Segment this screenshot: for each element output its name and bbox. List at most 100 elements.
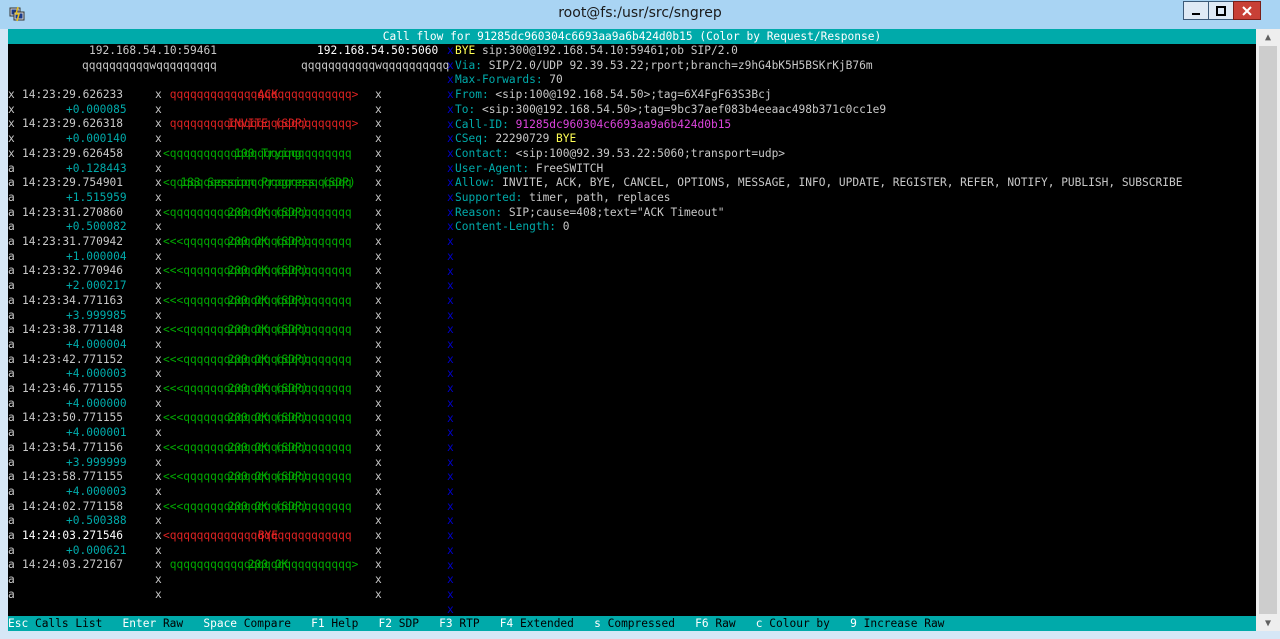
separator-char: x bbox=[447, 558, 454, 572]
separator-char: x bbox=[447, 191, 454, 204]
separator-char: x bbox=[447, 338, 454, 351]
flow-delta-time: +1.515959 bbox=[66, 190, 127, 204]
host-b-axis: x bbox=[375, 426, 382, 440]
separator-char: x bbox=[447, 367, 454, 381]
flow-row-marker: x bbox=[8, 102, 15, 116]
separator-char: x bbox=[447, 205, 454, 219]
message-arrow[interactable]: <<<qqqqqqqqqqqqqqqqqqqqqqqqq bbox=[163, 500, 365, 515]
separator-char: x bbox=[447, 499, 454, 513]
message-arrow[interactable]: <qqqqqqqqqqqqqqqqqqqqqqqqqqq bbox=[163, 206, 365, 221]
message-arrow[interactable]: <qqqqqqqqqqqqqqqqqqqqqqqqqqq bbox=[163, 176, 365, 191]
separator-char: x bbox=[447, 396, 454, 410]
message-arrow[interactable]: qqqqqqqqqqqqqqqqqqqqqqqqqqq> bbox=[163, 558, 365, 573]
message-arrow[interactable]: <<<qqqqqqqqqqqqqqqqqqqqqqqqq bbox=[163, 382, 365, 397]
flow-row-marker: a bbox=[8, 484, 15, 498]
flow-timestamp: 14:24:02.771158 bbox=[22, 499, 124, 513]
flow-row-marker: a bbox=[8, 323, 15, 337]
flow-row-marker: a bbox=[8, 558, 15, 572]
separator-char: x bbox=[447, 117, 454, 131]
shortcut-description: Extended bbox=[513, 617, 595, 630]
sip-header-name: Supported: bbox=[455, 191, 530, 204]
host-a-axis: x bbox=[155, 529, 162, 542]
flow-delta-time: +0.500082 bbox=[66, 220, 127, 234]
message-arrow[interactable]: <<<qqqqqqqqqqqqqqqqqqqqqqqqq bbox=[163, 235, 365, 250]
message-arrow[interactable]: <<<qqqqqqqqqqqqqqqqqqqqqqqqq bbox=[163, 441, 365, 456]
terminal-window: root@fs:/usr/src/sngrep Call flow for 91… bbox=[0, 0, 1280, 639]
message-arrow[interactable]: qqqqqqqqqqqqqqqqqqqqqqqqqqq> bbox=[163, 88, 365, 103]
host-b-axis: x bbox=[375, 323, 382, 337]
host-a-axis: x bbox=[155, 543, 162, 557]
raw-line: BYE sip:300@192.168.54.10:59461;ob SIP/2… bbox=[455, 44, 738, 59]
host-b-axis: x bbox=[375, 573, 382, 587]
shortcut-key: F1 bbox=[311, 617, 325, 630]
flow-row-marker: a bbox=[8, 235, 15, 248]
flow-row-marker: a bbox=[8, 205, 15, 219]
flow-row-marker: a bbox=[8, 543, 15, 557]
host-a-axis: x bbox=[155, 190, 162, 204]
vertical-scrollbar[interactable]: ▲ ▼ bbox=[1256, 29, 1280, 631]
flow-row-marker: a bbox=[8, 367, 15, 381]
host-a-axis: x bbox=[155, 411, 162, 425]
host-a-axis: x bbox=[155, 117, 162, 131]
message-arrow[interactable]: qqqqqqqqqqqqqqqqqqqqqqqqqqq> bbox=[163, 117, 365, 132]
message-arrow[interactable]: <<<qqqqqqqqqqqqqqqqqqqqqqqqq bbox=[163, 411, 365, 426]
flow-delta-time: +3.999985 bbox=[66, 308, 127, 322]
message-arrow[interactable]: <qqqqqqqqqqqqqqqqqqqqqqqqqqq bbox=[163, 147, 365, 162]
sip-header-value: BYE bbox=[556, 132, 577, 146]
sip-header-name: Reason: bbox=[455, 205, 509, 219]
sip-header-name: Call-ID: bbox=[455, 117, 516, 131]
flow-delta-time: +4.000001 bbox=[66, 426, 127, 440]
host-b-axis: x bbox=[375, 117, 382, 131]
close-button[interactable] bbox=[1233, 1, 1261, 20]
flow-row-marker: a bbox=[8, 308, 15, 322]
host-a-axis: x bbox=[155, 235, 162, 248]
flow-row-marker: a bbox=[8, 470, 15, 484]
terminal-screen[interactable]: Call flow for 91285dc960304c6693aa9a6b42… bbox=[8, 29, 1256, 631]
host-a-axis: x bbox=[155, 587, 162, 601]
message-arrow[interactable]: <<<qqqqqqqqqqqqqqqqqqqqqqqqq bbox=[163, 470, 365, 485]
flow-delta-time: +0.000085 bbox=[66, 102, 127, 116]
sip-header-name: Max-Forwards: bbox=[455, 73, 550, 87]
sip-header-value: SIP;cause=408;text="ACK Timeout" bbox=[508, 205, 725, 219]
raw-line: Contact: <sip:100@92.39.53.22:5060;trans… bbox=[455, 147, 785, 162]
message-arrow[interactable]: <<<qqqqqqqqqqqqqqqqqqqqqqqqq bbox=[163, 323, 365, 338]
host-a-axis: x bbox=[155, 455, 162, 469]
separator-char: x bbox=[447, 426, 454, 440]
close-icon bbox=[1242, 5, 1252, 16]
host-b-axis: x bbox=[375, 470, 382, 484]
separator-char: x bbox=[447, 382, 454, 396]
sip-header-name: Content-Length: bbox=[455, 220, 563, 234]
host-b-axis: x bbox=[375, 337, 382, 351]
minimize-button[interactable] bbox=[1183, 1, 1209, 20]
host-b-axis: x bbox=[375, 382, 382, 395]
title-bar[interactable]: root@fs:/usr/src/sngrep bbox=[0, 0, 1280, 29]
message-arrow[interactable]: <qqqqqqqqqqqqqqqqqqqqqqqqqqq bbox=[163, 529, 365, 544]
maximize-button[interactable] bbox=[1208, 1, 1234, 20]
flow-timestamp: 14:23:58.771155 bbox=[22, 470, 124, 484]
message-arrow[interactable]: <<<qqqqqqqqqqqqqqqqqqqqqqqqq bbox=[163, 353, 365, 368]
flow-timestamp: 14:24:03.272167 bbox=[22, 558, 124, 572]
host-a-axis: x bbox=[155, 440, 162, 454]
separator-char: x bbox=[447, 220, 454, 234]
scroll-thumb[interactable] bbox=[1259, 46, 1277, 614]
shortcut-key: s bbox=[594, 617, 601, 630]
separator-char: x bbox=[447, 102, 454, 116]
raw-line: Content-Length: 0 bbox=[455, 220, 570, 235]
host-b-axis: x bbox=[375, 440, 382, 454]
flow-timestamp: 14:23:42.771152 bbox=[22, 352, 124, 366]
scroll-up-icon[interactable]: ▲ bbox=[1256, 29, 1280, 45]
host-a-line: qqqqqqqqqqwqqqqqqqqq bbox=[82, 59, 217, 72]
sip-header-name: Allow: bbox=[455, 176, 503, 190]
message-arrow[interactable]: <<<qqqqqqqqqqqqqqqqqqqqqqqqq bbox=[163, 264, 365, 279]
separator-char: x bbox=[447, 88, 454, 102]
flow-delta-time: +4.000003 bbox=[66, 484, 127, 498]
scroll-down-icon[interactable]: ▼ bbox=[1256, 615, 1280, 631]
host-b-axis: x bbox=[375, 235, 382, 248]
flow-timestamp: 14:23:29.754901 bbox=[22, 176, 124, 190]
flow-row-marker: a bbox=[8, 514, 15, 528]
flow-row-marker: a bbox=[8, 587, 15, 601]
host-a-axis: x bbox=[155, 308, 162, 322]
raw-line: Allow: INVITE, ACK, BYE, CANCEL, OPTIONS… bbox=[455, 176, 1182, 191]
message-arrow[interactable]: <<<qqqqqqqqqqqqqqqqqqqqqqqqq bbox=[163, 294, 365, 309]
host-b-axis: x bbox=[375, 176, 382, 190]
